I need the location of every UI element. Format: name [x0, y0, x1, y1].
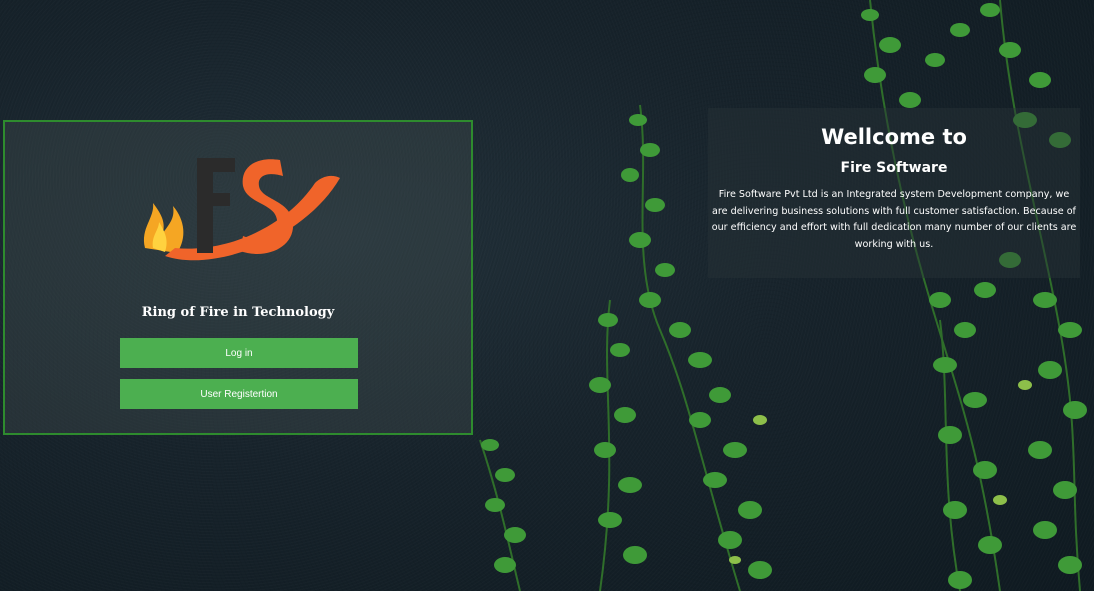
user-registration-button[interactable]: User Registertion — [120, 379, 358, 409]
login-button[interactable]: Log in — [120, 338, 358, 368]
company-name: Fire Software — [840, 160, 948, 176]
company-description: Fire Software Pvt Ltd is an Integrated s… — [711, 189, 1077, 250]
welcome-box: Wellcome to Fire Software Fire Software … — [708, 108, 1080, 278]
welcome-title: Wellcome to — [821, 125, 967, 149]
flame-icon — [143, 203, 184, 253]
login-panel: Ring of Fire in Technology Log in User R… — [3, 120, 473, 435]
tagline: Ring of Fire in Technology — [141, 305, 335, 320]
fs-logo — [143, 158, 340, 261]
